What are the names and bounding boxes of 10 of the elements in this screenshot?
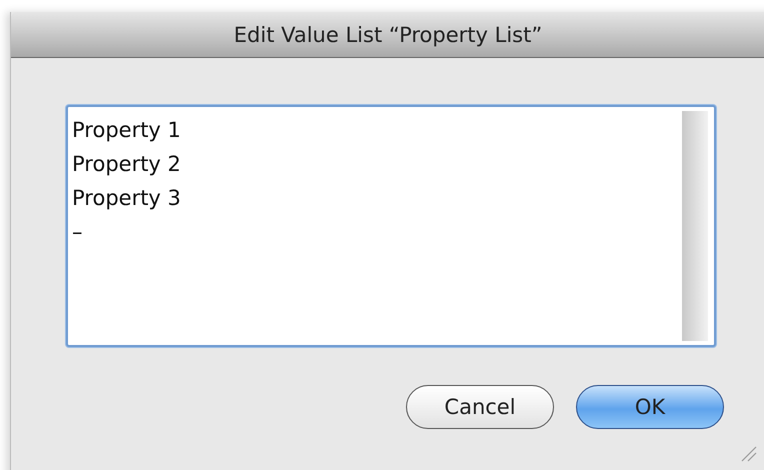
text-line: Property 2 bbox=[72, 151, 182, 178]
resize-grip-icon[interactable] bbox=[739, 444, 757, 462]
scrollbar-track[interactable] bbox=[682, 111, 708, 341]
cancel-button[interactable]: Cancel bbox=[406, 385, 554, 429]
text-line: Property 3 bbox=[72, 185, 182, 212]
ok-button[interactable]: OK bbox=[576, 385, 724, 429]
window-title: Edit Value List “Property List” bbox=[234, 22, 542, 46]
text-line: Property 1 bbox=[72, 117, 182, 144]
text-area[interactable]: Property 1 Property 2 Property 3 – bbox=[66, 105, 716, 347]
text-line: – bbox=[72, 219, 84, 246]
